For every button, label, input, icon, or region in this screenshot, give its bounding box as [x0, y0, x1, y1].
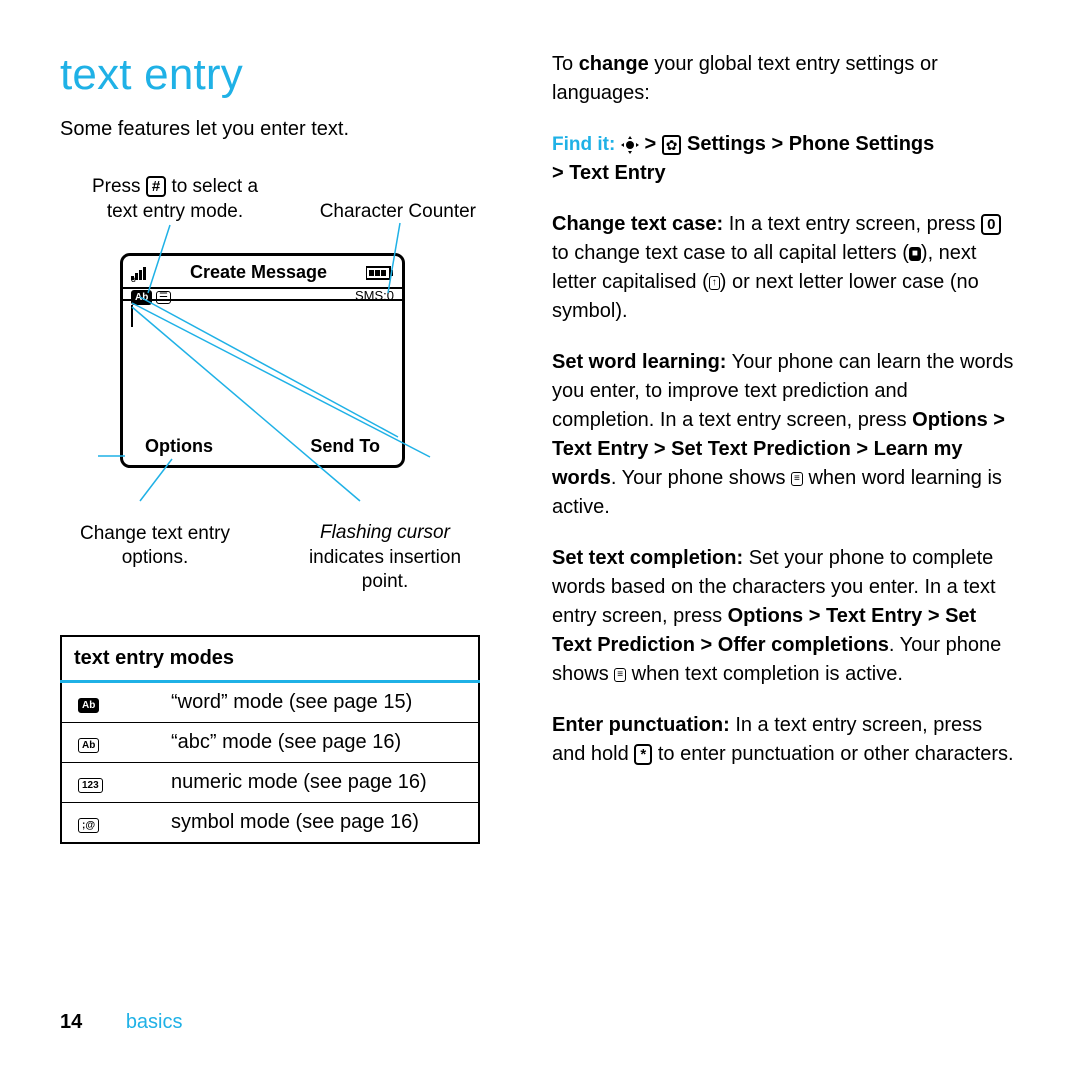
enter-punctuation: Enter punctuation: In a text entry scree… — [552, 711, 1014, 769]
signal-icon: G — [131, 264, 151, 282]
mode-icon: Ab — [78, 698, 99, 713]
table-row: Ab “word” mode (see page 15) — [61, 682, 479, 723]
battery-icon — [366, 266, 394, 280]
mode-description: symbol mode (see page 16) — [161, 803, 479, 844]
change-settings-intro: To change your global text entry setting… — [552, 50, 1014, 108]
mode-description: “word” mode (see page 15) — [161, 682, 479, 723]
table-row: 123 numeric mode (see page 16) — [61, 763, 479, 803]
table-row: Ab “abc” mode (see page 16) — [61, 723, 479, 763]
nav-key-icon — [621, 136, 639, 154]
mode-icon: ;@ — [78, 818, 99, 833]
softkey-sendto: Send To — [310, 436, 380, 457]
phone-diagram: Press # to select a text entry mode. Cha… — [60, 175, 470, 595]
change-text-case: Change text case: In a text entry screen… — [552, 210, 1014, 326]
page-title: text entry — [60, 50, 510, 100]
hash-key-icon: # — [146, 176, 166, 197]
zero-key-icon: 0 — [981, 214, 1001, 235]
modes-table: text entry modes Ab “word” mode (see page… — [60, 635, 480, 844]
mode-description: “abc” mode (see page 16) — [161, 723, 479, 763]
section-name: basics — [126, 1011, 183, 1033]
phone-screen: G Create Message Ab ☰ — [120, 253, 405, 468]
page-number: 14 — [60, 1011, 82, 1033]
sms-counter: SMS:0 — [355, 289, 394, 299]
cursor-icon — [131, 305, 133, 327]
callout-options: Change text entry options. — [55, 522, 255, 571]
page-footer: 14 basics — [60, 1011, 183, 1034]
caps-next-icon: ↑ — [709, 276, 720, 290]
mode-icon: 123 — [78, 778, 103, 793]
callout-select-mode: Press # to select a text entry mode. — [70, 175, 280, 224]
completion-icon: ≡ — [614, 668, 626, 682]
star-key-icon: * — [634, 744, 652, 765]
set-text-completion: Set text completion: Set your phone to c… — [552, 544, 1014, 689]
table-row: ;@ symbol mode (see page 16) — [61, 803, 479, 844]
modes-header: text entry modes — [61, 636, 479, 682]
mode-description: numeric mode (see page 16) — [161, 763, 479, 803]
set-word-learning: Set word learning: Your phone can learn … — [552, 348, 1014, 522]
svg-text:G: G — [131, 278, 136, 282]
intro-text: Some features let you enter text. — [60, 118, 510, 141]
learn-words-icon: ≡ — [791, 472, 803, 486]
callout-cursor: Flashing cursor indicates insertion poin… — [280, 521, 490, 595]
find-it-path: Find it: > ✿ Settings > Phone Settings >… — [552, 130, 1014, 188]
phone-title: Create Message — [151, 262, 366, 283]
softkey-options: Options — [145, 436, 213, 457]
mode-icon: Ab — [78, 738, 99, 753]
callout-char-counter: Character Counter — [296, 201, 476, 223]
settings-gear-icon: ✿ — [662, 135, 682, 155]
caps-all-icon: ■ — [909, 247, 921, 261]
